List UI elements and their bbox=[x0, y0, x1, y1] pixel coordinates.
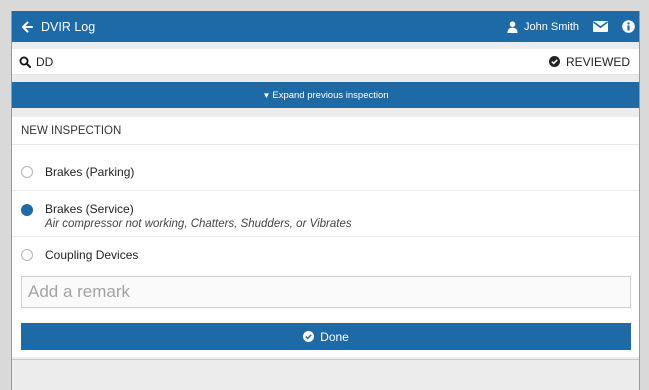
inspection-panel: NEW INSPECTION Brakes (Parking) Brakes (… bbox=[12, 117, 639, 357]
done-button[interactable]: Done bbox=[21, 323, 631, 350]
section-title: NEW INSPECTION bbox=[12, 117, 639, 145]
radio-button[interactable] bbox=[21, 249, 33, 261]
app-frame: DVIR Log John Smith DD REVIEWED ▼ Expand… bbox=[11, 11, 640, 390]
item-texts: Coupling Devices bbox=[45, 248, 138, 262]
user-name[interactable]: John Smith bbox=[524, 21, 579, 33]
page-title: DVIR Log bbox=[41, 19, 96, 34]
user-icon[interactable] bbox=[507, 20, 518, 33]
radio-button[interactable] bbox=[21, 166, 33, 178]
search-bar[interactable]: DD REVIEWED bbox=[12, 49, 639, 75]
expand-previous-inspection[interactable]: ▼ Expand previous inspection bbox=[12, 82, 639, 108]
item-texts: Brakes (Parking) bbox=[45, 165, 134, 179]
reviewed-status: REVIEWED bbox=[548, 54, 630, 69]
item-label: Coupling Devices bbox=[45, 248, 139, 262]
list-item-brakes-service[interactable]: Brakes (Service) Air compressor not work… bbox=[12, 191, 639, 237]
list-item-coupling-devices[interactable]: Coupling Devices bbox=[12, 237, 639, 273]
item-label: Brakes (Parking) bbox=[45, 165, 135, 179]
expand-label: Expand previous inspection bbox=[272, 89, 389, 101]
search-icon[interactable] bbox=[19, 56, 31, 68]
remark-input[interactable] bbox=[21, 276, 631, 308]
item-texts: Brakes (Service) Air compressor not work… bbox=[45, 202, 352, 230]
envelope-icon[interactable] bbox=[593, 21, 608, 32]
info-icon[interactable] bbox=[622, 20, 635, 33]
item-note: Air compressor not working, Chatters, Sh… bbox=[45, 218, 352, 230]
header-actions: John Smith bbox=[507, 20, 639, 33]
top-bar: DVIR Log John Smith bbox=[12, 11, 639, 42]
status-label: REVIEWED bbox=[565, 54, 630, 69]
triangle-down-icon: ▼ bbox=[262, 90, 271, 100]
list-item-brakes-parking[interactable]: Brakes (Parking) bbox=[12, 145, 639, 191]
radio-button-checked[interactable] bbox=[21, 204, 33, 216]
item-label: Brakes (Service) bbox=[45, 202, 134, 216]
done-label: Done bbox=[320, 329, 349, 344]
footer-area bbox=[12, 359, 639, 390]
check-circle-icon bbox=[548, 56, 560, 67]
back-arrow-icon[interactable] bbox=[15, 21, 39, 33]
search-query[interactable]: DD bbox=[36, 55, 53, 69]
check-circle-icon bbox=[303, 331, 315, 342]
